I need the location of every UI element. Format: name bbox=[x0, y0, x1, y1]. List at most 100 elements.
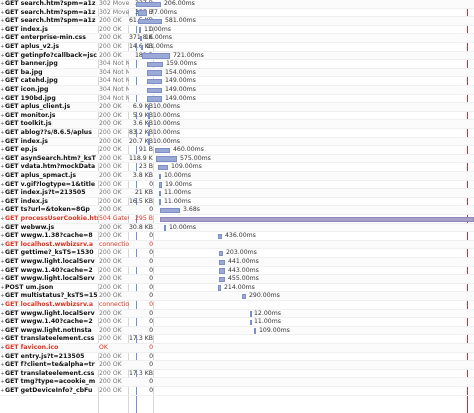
request-row[interactable]: + GET wwgw.1.40?cache=2 200 OK 0 11.00ms bbox=[0, 318, 474, 327]
timing-bar[interactable] bbox=[159, 190, 161, 197]
request-duration: 109.00ms bbox=[259, 326, 290, 334]
timing-bar[interactable] bbox=[148, 113, 150, 119]
request-row[interactable]: + GET monitor.js 200 OK 5.9 KB 10.00ms bbox=[0, 112, 474, 121]
timing-bar[interactable] bbox=[147, 96, 162, 102]
request-size: 0 bbox=[149, 326, 153, 334]
timing-bar[interactable] bbox=[242, 293, 246, 300]
timing-bar[interactable] bbox=[138, 10, 147, 16]
request-duration: 203.00ms bbox=[226, 249, 257, 257]
request-row[interactable]: + GET banner.jpg 304 Not M 159.00ms bbox=[0, 60, 474, 69]
request-row[interactable]: + GET favicon.ico OK 0 bbox=[0, 344, 474, 353]
request-row[interactable]: + GET localhost.wwbizsrv.a connectio 0 bbox=[0, 301, 474, 310]
request-row[interactable]: + GET ts?url=&token=8Gp 200 OK 0 3.68s bbox=[0, 206, 474, 215]
timing-bar[interactable] bbox=[160, 207, 180, 214]
timing-bar[interactable] bbox=[219, 276, 225, 283]
timing-bar[interactable] bbox=[147, 70, 162, 76]
timing-bar[interactable] bbox=[219, 250, 223, 257]
timing-bar[interactable] bbox=[159, 182, 162, 188]
request-row[interactable]: +GET getinpfo?callback=jsc200 OK182 B721… bbox=[0, 51, 474, 61]
request-row[interactable]: +GET search.htm?spm=a1z200 OK61.5 KB581.… bbox=[0, 17, 474, 26]
request-row[interactable]: + GET getDeviceInfo?_cbFu 200 OK 0 bbox=[0, 387, 474, 396]
timing-bar[interactable] bbox=[136, 1, 161, 7]
request-row[interactable]: + GET wwgw.light.localServ 200 OK 0 12.00ms bbox=[0, 309, 474, 319]
request-duration: 214.00ms bbox=[224, 283, 255, 291]
request-row[interactable]: + GET wwgw.1.38?cache=8 200 OK 0 436.00ms bbox=[0, 232, 474, 241]
request-row[interactable]: + GET icon.jpg 304 Not M 149.00ms bbox=[0, 86, 474, 95]
timing-bar[interactable] bbox=[219, 268, 225, 274]
request-row[interactable]: + GET catehd.jpg 304 Not M 149.00ms bbox=[0, 77, 474, 86]
request-row[interactable]: + GET ep.js 200 OK 91 B 460.00ms bbox=[0, 146, 474, 155]
timing-bar[interactable] bbox=[159, 199, 161, 205]
request-row[interactable]: + POST um.json 200 OK 0 214.00ms bbox=[0, 284, 474, 293]
request-status: 200 OK bbox=[99, 120, 122, 128]
request-status: 200 OK bbox=[99, 17, 122, 25]
request-row[interactable]: + GET tmg?type=acookie_m 200 OK 0 bbox=[0, 378, 474, 387]
request-row[interactable]: + GET vdata.htm?mockData 200 OK 23 B 109.00m… bbox=[0, 163, 474, 172]
request-row[interactable]: + GET processUserCookie.htm 504 Gatev 295 B bbox=[0, 215, 474, 224]
timing-bar[interactable] bbox=[138, 18, 162, 25]
request-row[interactable]: + GET translateelement.css 200 OK 17.3 KB bbox=[0, 370, 474, 379]
timing-bar[interactable] bbox=[159, 173, 161, 179]
request-row[interactable]: + GET f?client=te&alpha=tr 200 OK 0 bbox=[0, 361, 474, 370]
timing-bar[interactable] bbox=[147, 61, 163, 68]
request-row[interactable]: + GET entry.js?t=213505 200 OK 0 bbox=[0, 353, 474, 362]
request-row[interactable]: + GET index.js 200 OK 16.5 KB 11.00ms bbox=[0, 198, 474, 207]
request-duration: 721.00ms bbox=[173, 51, 204, 59]
request-row[interactable]: + GET ablog??s/8.6.5/aplus 200 OK 83.2 KB 10… bbox=[0, 129, 474, 138]
request-row[interactable]: +GET asynSearch.htm?_ksT200 OK118.9 KB57… bbox=[0, 154, 474, 164]
timing-bar[interactable] bbox=[140, 35, 142, 42]
request-row[interactable]: +GET enterprise-min.css200 OK371.8 KB16.… bbox=[0, 34, 474, 43]
timing-bar[interactable] bbox=[142, 53, 170, 59]
request-status: 304 Not M bbox=[99, 68, 129, 76]
request-row[interactable]: + GET index.js 200 OK 20.7 KB 10.00ms bbox=[0, 137, 474, 147]
request-status: 200 OK bbox=[99, 172, 122, 179]
timing-bar[interactable] bbox=[164, 225, 166, 231]
request-size: 0 bbox=[149, 344, 153, 351]
timing-bar[interactable] bbox=[147, 78, 162, 85]
request-status: 200 OK bbox=[99, 361, 122, 369]
request-row[interactable]: + GET wwgw.light.localServ 200 OK 0 455.00ms bbox=[0, 275, 474, 284]
request-size: 118.9 KB bbox=[129, 154, 153, 162]
request-row[interactable]: + GET aplus_spmact.js 200 OK 3.8 KB 10.00ms bbox=[0, 172, 474, 181]
timing-bar[interactable] bbox=[148, 139, 150, 145]
request-row[interactable]: + GET wwgw.light.notInsta 200 OK 0 109.00ms bbox=[0, 326, 474, 336]
request-row[interactable]: + GET index.js?t=213505 200 OK 21 KB 11.00ms bbox=[0, 189, 474, 198]
request-url: GET v.gif?logtype=1&title bbox=[5, 180, 96, 188]
request-row[interactable]: + GET aplus_v2.js 200 OK 14.6 KB 11.00ms bbox=[0, 43, 474, 52]
timing-bar[interactable] bbox=[148, 130, 150, 136]
timing-bar[interactable] bbox=[219, 259, 225, 265]
request-row[interactable]: + GET wwgw.light.localServ 200 OK 0 441.00ms bbox=[0, 258, 474, 267]
request-row[interactable]: + GET localhost.wwbizsrv.a connectio 0 bbox=[0, 240, 474, 250]
timing-bar[interactable] bbox=[160, 216, 474, 222]
timing-bar[interactable] bbox=[141, 44, 143, 50]
request-row[interactable]: + GET webww.js 200 OK 30.8 KB 10.00ms bbox=[0, 223, 474, 233]
request-row[interactable]: +GET search.htm?spm=a1z302 Move337 B206.… bbox=[0, 0, 474, 9]
timing-bar[interactable] bbox=[250, 319, 252, 326]
timing-bar[interactable] bbox=[250, 311, 252, 317]
request-row[interactable]: +GET search.htm?spm=a1z302 Move357 B77.0… bbox=[0, 9, 474, 18]
timing-bar[interactable] bbox=[158, 164, 168, 171]
request-row[interactable]: + GET gettime?_ksTS=1530 200 OK 0 203.00ms bbox=[0, 249, 474, 258]
request-url: GET enterprise-min.css bbox=[5, 34, 86, 42]
timing-bar[interactable] bbox=[148, 121, 150, 128]
request-row[interactable]: + GET multistatus?_ksTS=15 200 OK 0 290.00ms bbox=[0, 292, 474, 301]
request-row[interactable]: + GET v.gif?logtype=1&title 200 OK 0 19.00ms bbox=[0, 181, 474, 190]
timing-bar[interactable] bbox=[254, 328, 256, 334]
request-row[interactable]: + GET translateelement.css 200 OK 17.3 KB bbox=[0, 335, 474, 344]
timing-bar[interactable] bbox=[148, 104, 150, 111]
timing-bar[interactable] bbox=[155, 147, 170, 154]
timing-bar[interactable] bbox=[156, 156, 177, 162]
network-request-list: +GET search.htm?spm=a1z302 Move337 B206.… bbox=[0, 0, 474, 413]
request-row[interactable]: + GET toolkit.js 200 OK 3.6 KB 10.00ms bbox=[0, 120, 474, 129]
request-url: GET gettime?_ksTS=1530 bbox=[5, 249, 94, 257]
request-row[interactable]: + GET wwgw.1.40?cache=2 200 OK 0 443.00ms bbox=[0, 267, 474, 276]
request-status: 200 OK bbox=[99, 129, 122, 136]
timing-bar[interactable] bbox=[139, 27, 141, 33]
timing-bar[interactable] bbox=[147, 87, 162, 93]
request-row[interactable]: + GET ba.jpg 304 Not M 154.00ms bbox=[0, 68, 474, 78]
request-row[interactable]: + GET aplus_client.js 200 OK 6.9 KB 10.00ms bbox=[0, 103, 474, 112]
timing-bar[interactable] bbox=[218, 233, 222, 240]
request-row[interactable]: + GET index.js 200 OK 0 11.00ms bbox=[0, 26, 474, 35]
timing-bar[interactable] bbox=[218, 285, 221, 291]
request-row[interactable]: + GET 190bd.jpg 304 Not M 149.00ms bbox=[0, 95, 474, 104]
